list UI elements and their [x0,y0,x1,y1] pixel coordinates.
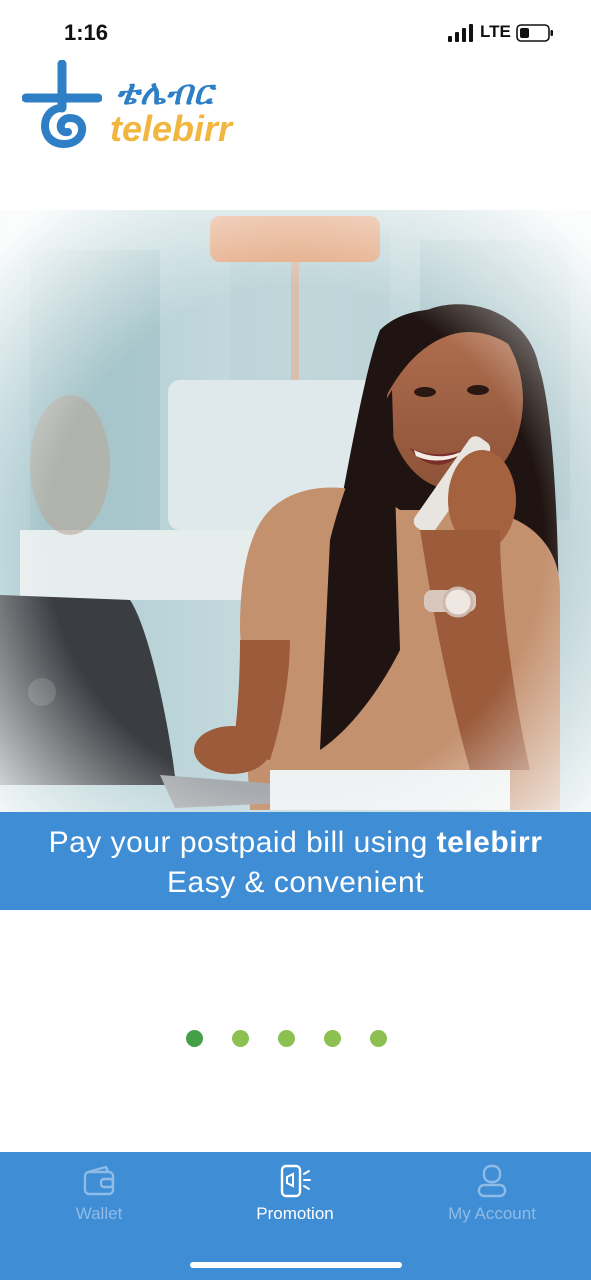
nav-promotion-label: Promotion [256,1204,334,1223]
promo-image[interactable] [0,210,591,812]
nav-my-account[interactable]: My Account [417,1164,567,1234]
promo-headline-text: Pay your postpaid bill using [48,826,437,859]
pager-dot[interactable] [232,1030,249,1047]
pager-dot[interactable] [186,1030,203,1047]
promotion-icon [280,1164,311,1198]
status-bar: 1:16 LTE [0,0,591,62]
promo-headline: Pay your postpaid bill using telebirr [0,826,591,860]
promo-subline: Easy & convenient [167,866,424,899]
carousel-pager[interactable] [186,1030,387,1048]
logo-latin-text: telebirr [110,108,233,149]
nav-wallet[interactable]: Wallet [24,1164,174,1234]
nav-wallet-label: Wallet [75,1204,123,1223]
pager-dot[interactable] [370,1030,387,1047]
telebirr-logo: ቴሌብር telebirr [22,60,262,154]
pager-dot[interactable] [324,1030,341,1047]
telebirr-mark-icon [22,60,102,149]
account-icon [477,1164,507,1198]
battery-icon [516,24,553,42]
status-time: 1:16 [64,20,109,45]
bottom-nav: Wallet Promotion My Account [0,1152,591,1280]
home-indicator[interactable] [190,1262,402,1268]
pager-dot[interactable] [278,1030,295,1047]
promo-photo [0,210,591,812]
nav-promotion[interactable]: Promotion [220,1164,370,1234]
wallet-icon [83,1165,115,1196]
promo-banner: Pay your postpaid bill using telebirr Ea… [0,812,591,910]
network-type: LTE [480,22,511,41]
nav-my-account-label: My Account [448,1204,536,1223]
signal-icon [448,24,473,42]
promo-brand-text: telebirr [436,826,543,859]
